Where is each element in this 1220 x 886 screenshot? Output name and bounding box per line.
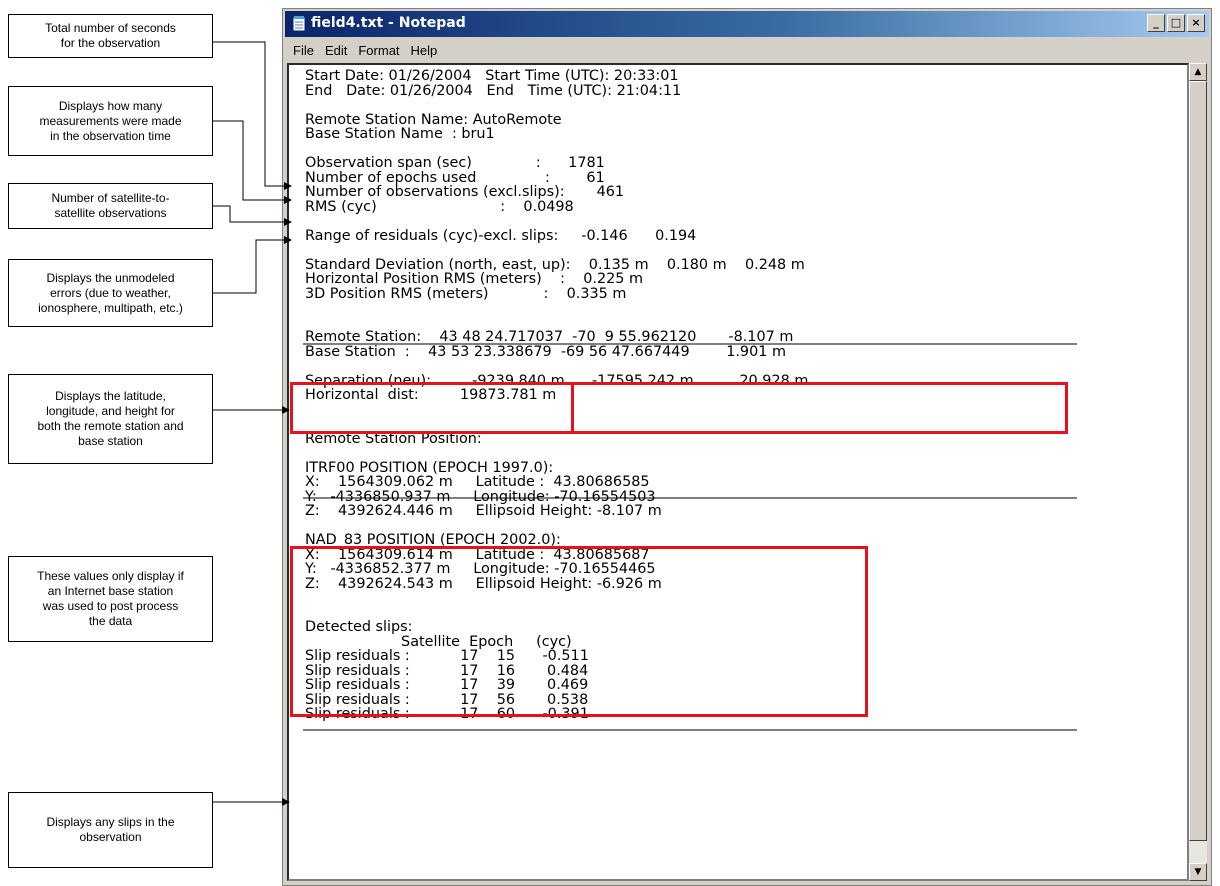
document-line: X: 1564309.062 m Latitude : 43.80686585 — [305, 474, 650, 490]
document-line: Horizontal Position RMS (meters) : 0.225… — [305, 271, 644, 287]
callout-internet-base-station: These values only display if an Internet… — [8, 556, 213, 642]
menu-edit[interactable]: Edit — [325, 43, 347, 58]
station-highlight-box-left — [290, 382, 572, 434]
vertical-scrollbar[interactable]: ▲ ▼ — [1189, 63, 1207, 881]
scroll-down-icon[interactable]: ▼ — [1189, 863, 1207, 881]
document-line: Y: -4336850.937 m Longitude: -70.1655450… — [305, 488, 656, 505]
callout-rms: Displays the unmodeled errors (due to we… — [8, 259, 213, 327]
document-line: Remote Station Name: AutoRemote — [305, 111, 562, 128]
document-line: RMS (cyc) : 0.0498 — [305, 198, 574, 215]
station-highlight-box — [571, 382, 1068, 434]
callout-station-coordinates: Displays the latitude, longitude, and he… — [8, 374, 213, 464]
callout-epochs-used: Displays how many measurements were made… — [8, 86, 213, 156]
callout-slips: Displays any slips in the observation — [8, 792, 213, 868]
text-editor[interactable]: Start Date: 01/26/2004 Start Time (UTC):… — [287, 63, 1189, 881]
document-line: Base Station Name : bru1 — [305, 126, 495, 142]
minimize-button[interactable]: _ — [1147, 14, 1165, 32]
document-line: Start Date: 01/26/2004 Start Time (UTC):… — [305, 68, 679, 84]
document-line: Number of epochs used : 61 — [305, 169, 605, 186]
title-bar[interactable]: field4.txt - Notepad _ □ × — [285, 11, 1209, 37]
document-line: 3D Position RMS (meters) : 0.335 m — [305, 285, 627, 302]
callout-observation-span: Total number of seconds for the observat… — [8, 14, 213, 58]
menu-file[interactable]: File — [293, 43, 314, 58]
document-line: Number of observations (excl.slips): 461 — [305, 184, 625, 200]
document-line: End Date: 01/26/2004 End Time (UTC): 21:… — [305, 82, 682, 99]
document-line: Z: 4392624.446 m Ellipsoid Height: -8.10… — [305, 503, 662, 519]
position-highlight-box — [290, 546, 868, 717]
notepad-icon — [292, 16, 306, 32]
document-line: Base Station : 43 53 23.338679 -69 56 47… — [305, 343, 786, 360]
menu-help[interactable]: Help — [411, 43, 438, 58]
document-line: Observation span (sec) : 1781 — [305, 155, 605, 171]
callout-observations: Number of satellite-to- satellite observ… — [8, 183, 213, 229]
menu-format[interactable]: Format — [358, 43, 399, 58]
document-line: ITRF00 POSITION (EPOCH 1997.0): — [305, 459, 554, 476]
menu-bar: File Edit Format Help — [285, 39, 1209, 61]
scroll-thumb[interactable] — [1189, 81, 1207, 841]
document-line: Range of residuals (cyc)-excl. slips: -0… — [305, 227, 697, 244]
notepad-window: field4.txt - Notepad _ □ × File Edit For… — [282, 8, 1212, 886]
maximize-button[interactable]: □ — [1167, 14, 1185, 32]
document-line: Remote Station: 43 48 24.717037 -70 9 55… — [305, 329, 794, 345]
document-line: Standard Deviation (north, east, up): 0.… — [305, 256, 805, 273]
window-title: field4.txt - Notepad — [311, 15, 466, 31]
scroll-up-icon[interactable]: ▲ — [1189, 63, 1207, 81]
close-button[interactable]: × — [1187, 14, 1205, 32]
